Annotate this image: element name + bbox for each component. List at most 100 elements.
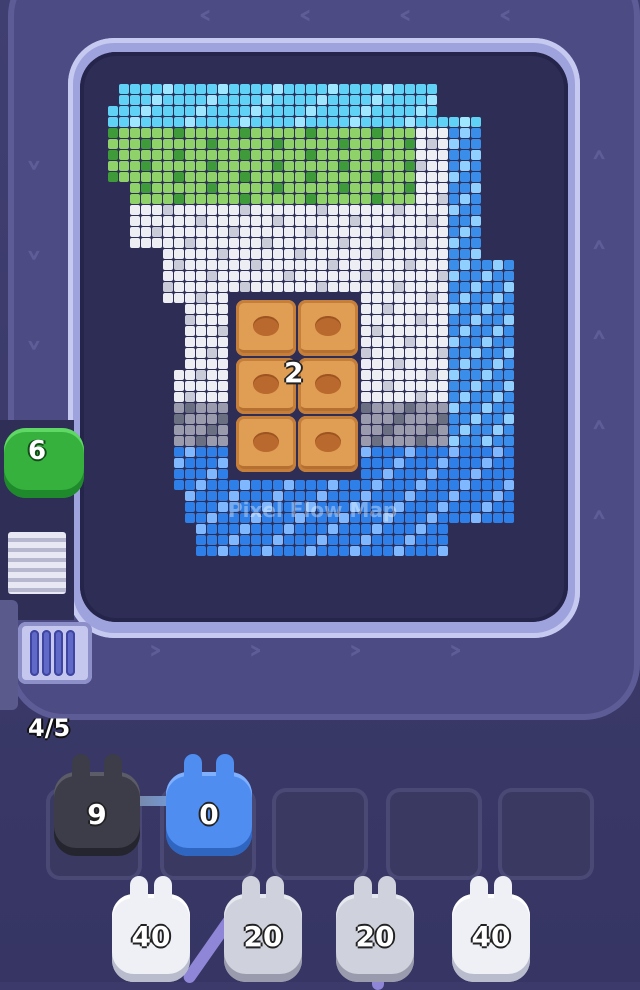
- pixel-cell: [504, 414, 514, 424]
- pixel-cell: [383, 337, 393, 347]
- pixel-cell: [416, 359, 426, 369]
- pixel-cell: [405, 425, 415, 435]
- pixel-cell: [295, 139, 305, 149]
- pixel-cell: [449, 216, 459, 226]
- pixel-cell: [141, 84, 151, 94]
- pixel-cell: [262, 249, 272, 259]
- pixel-cell: [174, 249, 184, 259]
- pixel-cell: [460, 150, 470, 160]
- pixel-cell: [306, 183, 316, 193]
- slot-shooter-blue[interactable]: 0: [166, 754, 252, 856]
- pixel-cell: [306, 106, 316, 116]
- pixel-cell: [229, 524, 239, 534]
- pixel-cell: [361, 370, 371, 380]
- pixel-cell: [196, 238, 206, 248]
- pixel-cell: [405, 84, 415, 94]
- pixel-cell: [504, 469, 514, 479]
- pixel-cell: [185, 117, 195, 127]
- pixel-cell: [361, 172, 371, 182]
- pixel-cell: [130, 150, 140, 160]
- pixel-cell: [482, 491, 492, 501]
- pixel-cell: [295, 161, 305, 171]
- pixel-cell: [251, 139, 261, 149]
- pixel-cell: [416, 535, 426, 545]
- pixel-cell: [196, 513, 206, 523]
- pixel-cell: [306, 139, 316, 149]
- pixel-cell: [449, 414, 459, 424]
- pixel-cell: [427, 315, 437, 325]
- pixel-cell: [471, 271, 481, 281]
- pixel-cell: [240, 194, 250, 204]
- pixel-cell: [306, 535, 316, 545]
- pixel-cell: [218, 216, 228, 226]
- pixel-cell: [350, 172, 360, 182]
- pixel-cell: [416, 458, 426, 468]
- pixel-cell: [317, 183, 327, 193]
- pixel-cell: [328, 480, 338, 490]
- pixel-cell: [295, 106, 305, 116]
- pixel-cell: [185, 359, 195, 369]
- pixel-cell: [361, 293, 371, 303]
- pixel-cell: [207, 183, 217, 193]
- slot-5[interactable]: [498, 788, 594, 880]
- pixel-cell: [207, 403, 217, 413]
- pixel-cell: [361, 161, 371, 171]
- pixel-cell: [141, 227, 151, 237]
- pixel-cell: [438, 117, 448, 127]
- pixel-cell: [350, 194, 360, 204]
- shooter-3[interactable]: 20: [336, 876, 414, 982]
- pixel-cell: [163, 260, 173, 270]
- pixel-cell: [372, 546, 382, 556]
- pixel-cell: [196, 502, 206, 512]
- pixel-cell: [262, 183, 272, 193]
- shooter-2[interactable]: 20: [224, 876, 302, 982]
- pixel-cell: [493, 414, 503, 424]
- pixel-cell: [196, 315, 206, 325]
- pixel-cell: [317, 172, 327, 182]
- slot-shooter-dark[interactable]: 9: [54, 754, 140, 856]
- pixel-cell: [229, 106, 239, 116]
- pixel-cell: [328, 271, 338, 281]
- pixel-cell: [240, 238, 250, 248]
- pixel-cell: [405, 271, 415, 281]
- pixel-cell: [383, 480, 393, 490]
- pixel-cell: [218, 425, 228, 435]
- pixel-cell: [185, 172, 195, 182]
- pixel-cell: [251, 282, 261, 292]
- pixel-cell: [262, 172, 272, 182]
- pixel-cell: [185, 249, 195, 259]
- pixel-cell: [295, 172, 305, 182]
- pixel-cell: [306, 227, 316, 237]
- pixel-cell: [416, 161, 426, 171]
- pixel-cell: [361, 337, 371, 347]
- pixel-cell: [185, 513, 195, 523]
- pixel-cell: [262, 117, 272, 127]
- pixel-cell: [394, 216, 404, 226]
- pixel-cell: [207, 304, 217, 314]
- pixel-cell: [394, 172, 404, 182]
- slot-4[interactable]: [386, 788, 482, 880]
- pixel-cell: [471, 260, 481, 270]
- pixel-cell: [482, 425, 492, 435]
- pixel-cell: [262, 535, 272, 545]
- slot-3[interactable]: [272, 788, 368, 880]
- shooter-4[interactable]: 40: [452, 876, 530, 982]
- pixel-cell: [273, 161, 283, 171]
- pixel-cell: [163, 139, 173, 149]
- pixel-cell: [482, 469, 492, 479]
- pixel-cell: [185, 260, 195, 270]
- pixel-cell: [449, 425, 459, 435]
- pixel-cell: [328, 524, 338, 534]
- pixel-cell: [482, 326, 492, 336]
- pixel-cell: [174, 271, 184, 281]
- pixel-cell: [130, 194, 140, 204]
- pixel-cell: [361, 304, 371, 314]
- pixel-cell: [438, 139, 448, 149]
- shooter-1[interactable]: 40: [112, 876, 190, 982]
- pixel-cell: [405, 150, 415, 160]
- pixel-cell: [361, 436, 371, 446]
- pixel-cell: [416, 95, 426, 105]
- pixel-cell: [438, 326, 448, 336]
- pixel-cell: [405, 260, 415, 270]
- pixel-cell: [427, 425, 437, 435]
